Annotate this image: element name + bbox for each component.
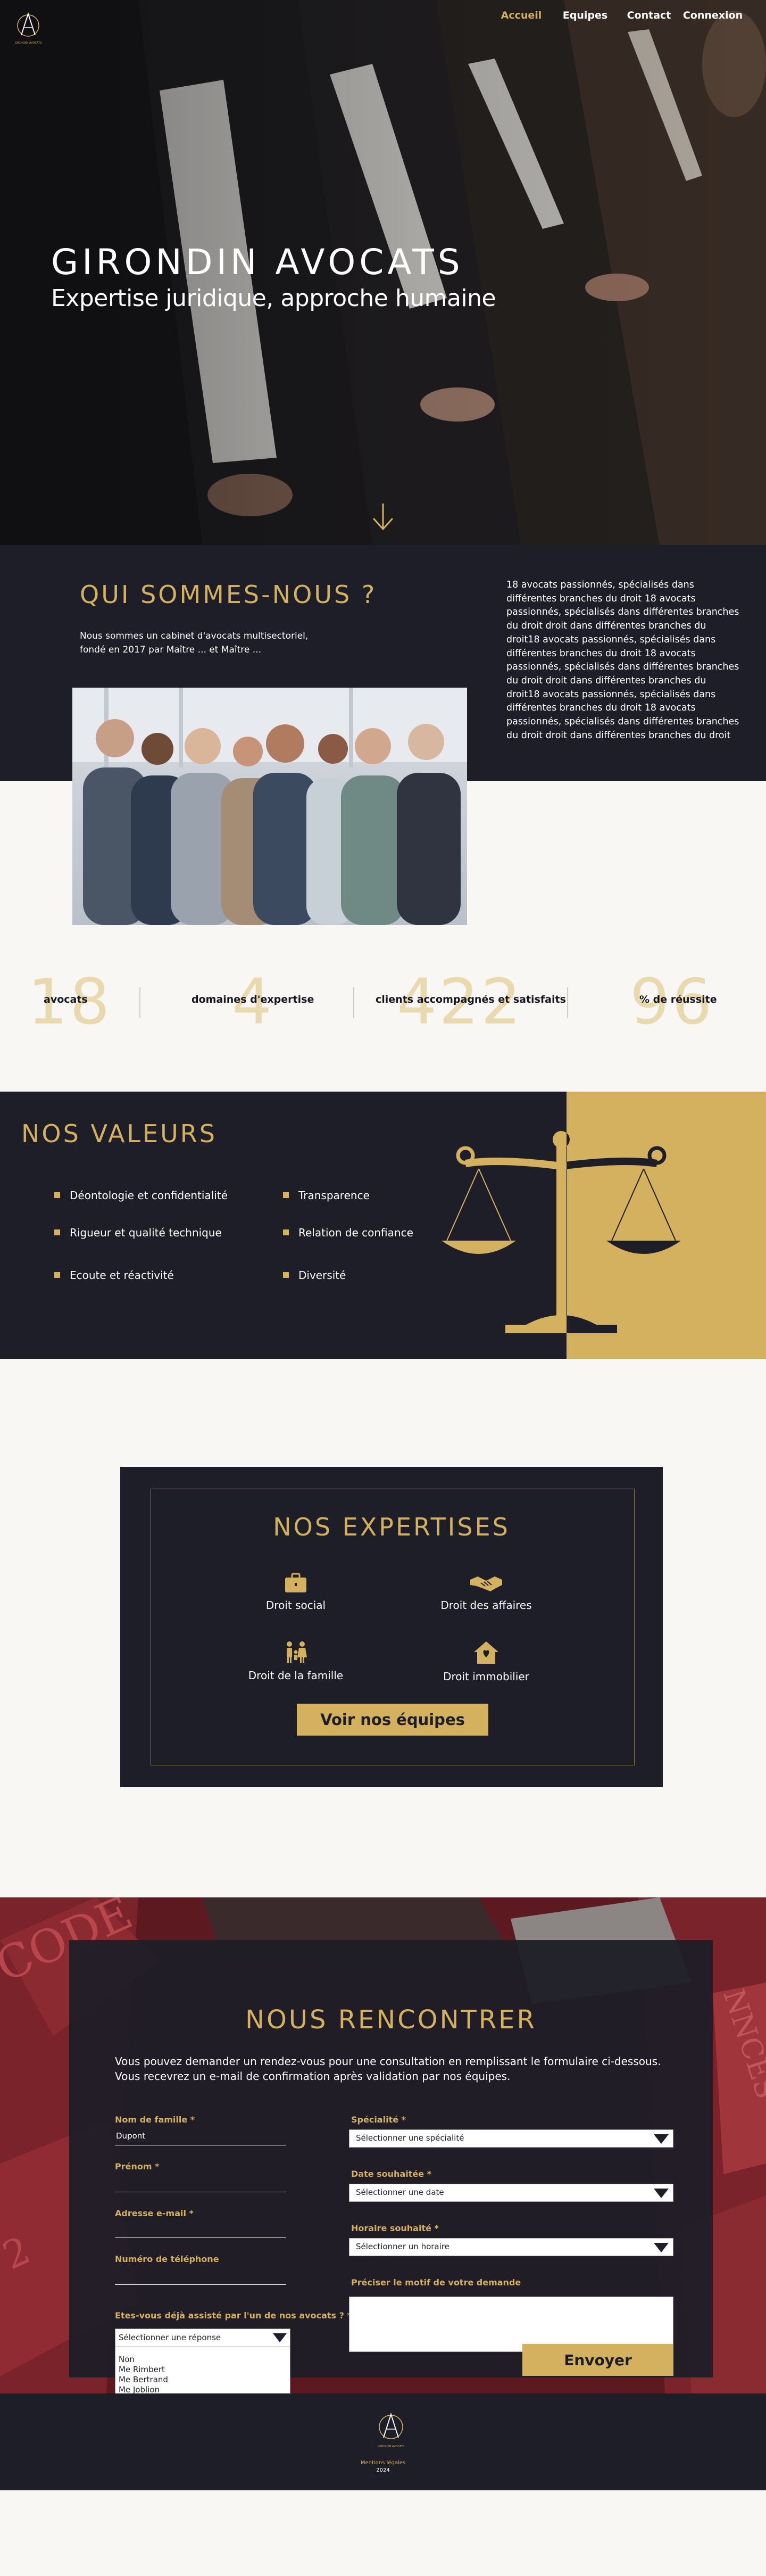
expertises-card: NOS EXPERTISES Droit social Droit des af… xyxy=(120,1467,663,1787)
appointment-form-card: NOUS RENCONTRER Vous pouvez demander un … xyxy=(69,1940,713,2393)
footer-logo[interactable]: GIRONDIN AVOCATS xyxy=(371,2411,411,2449)
main-navbar: GIRONDIN AVOCATS Accueil Equipes Contact… xyxy=(0,9,766,46)
view-teams-button[interactable]: Voir nos équipes xyxy=(297,1704,488,1736)
assisted-select[interactable]: Sélectionner une réponse Non Me Rimbert … xyxy=(115,2329,290,2393)
nav-links: Accueil Equipes Contact Connexion xyxy=(489,10,745,21)
bullet-icon xyxy=(283,1272,289,1278)
values-heading-wrap: NOS VALEURS xyxy=(21,1119,217,1148)
specialty-select[interactable]: Sélectionner une spécialité xyxy=(349,2129,673,2148)
values-heading: NOS VALEURS xyxy=(21,1119,217,1148)
hero-title: GIRONDIN AVOCATS xyxy=(51,242,464,283)
nav-link-equipes[interactable]: Equipes xyxy=(553,10,617,21)
contact-intro: Vous pouvez demander un rendez-vous pour… xyxy=(115,2055,661,2083)
value-item: Ecoute et réactivité xyxy=(54,1269,174,1282)
briefcase-icon xyxy=(285,1573,306,1592)
reason-label: Préciser le motif de votre demande xyxy=(351,2277,521,2288)
firstname-input[interactable] xyxy=(115,2173,286,2192)
chevron-down-icon xyxy=(654,2189,669,2198)
specialty-label: Spécialité * xyxy=(351,2115,406,2125)
bullet-icon xyxy=(54,1229,60,1235)
bullet-icon xyxy=(54,1192,60,1198)
about-intro: Nous sommes un cabinet d'avocats multise… xyxy=(80,631,309,656)
chevron-down-icon xyxy=(654,2243,669,2252)
email-input[interactable] xyxy=(115,2219,286,2238)
stat-label: avocats xyxy=(44,994,88,1005)
lastname-input[interactable] xyxy=(115,2126,286,2145)
nav-link-connexion[interactable]: Connexion xyxy=(681,10,745,21)
option-item[interactable]: Me Bertrand xyxy=(115,2375,290,2385)
about-description: 18 avocats passionnés, spécialisés dans … xyxy=(506,580,739,741)
phone-label: Numéro de téléphone xyxy=(115,2254,219,2264)
family-icon xyxy=(287,1641,307,1663)
value-item: Relation de confiance xyxy=(283,1226,413,1239)
scales-of-justice-icon xyxy=(436,1108,686,1347)
date-select[interactable]: Sélectionner une date xyxy=(349,2184,673,2202)
value-item: Diversité xyxy=(283,1269,346,1282)
bullet-icon xyxy=(283,1192,289,1198)
footer: GIRONDIN AVOCATS Mentions légales 2024 xyxy=(0,2393,766,2490)
submit-button[interactable]: Envoyer xyxy=(522,2344,673,2376)
value-item: Transparence xyxy=(283,1189,370,1202)
about-heading: QUI SOMMES-NOUS ? xyxy=(80,580,377,609)
expertise-droit-immobilier[interactable]: Droit immobilier xyxy=(417,1640,555,1683)
chevron-down-icon xyxy=(273,2333,287,2342)
stat-reussite: 96 % de réussite xyxy=(568,970,766,1033)
expertise-droit-social[interactable]: Droit social xyxy=(227,1572,365,1612)
footer-legal-link[interactable]: Mentions légales xyxy=(0,2459,766,2467)
team-photo xyxy=(72,688,467,925)
footer-year: 2024 xyxy=(376,2467,390,2473)
values-section: NOS VALEURS Déontologie et confidentiali… xyxy=(0,1092,766,1359)
svg-text:GIRONDIN AVOCATS: GIRONDIN AVOCATS xyxy=(378,2445,404,2448)
email-label: Adresse e-mail * xyxy=(115,2208,194,2218)
stats-bar: 18 avocats 4 domaines d'expertise 422 cl… xyxy=(0,970,766,1033)
lastname-label: Nom de famille * xyxy=(115,2115,195,2125)
nav-link-accueil[interactable]: Accueil xyxy=(489,10,553,21)
contact-heading: NOUS RENCONTRER xyxy=(245,2005,537,2035)
house-icon xyxy=(474,1641,498,1664)
handshake-icon xyxy=(470,1576,502,1591)
stat-domaines: 4 domaines d'expertise xyxy=(140,970,353,1033)
logo[interactable]: GIRONDIN AVOCATS xyxy=(12,9,45,46)
expertise-droit-des-affaires[interactable]: Droit des affaires xyxy=(417,1572,555,1612)
date-label: Date souhaitée * xyxy=(351,2169,432,2179)
expertises-heading-wrap: NOS EXPERTISES xyxy=(120,1513,663,1541)
about-heading-wrap: QUI SOMMES-NOUS ? xyxy=(80,580,377,609)
assisted-select-head[interactable]: Sélectionner une réponse xyxy=(115,2329,290,2347)
phone-input[interactable] xyxy=(115,2266,286,2285)
value-item: Déontologie et confidentialité xyxy=(54,1189,228,1202)
expertise-droit-de-la-famille[interactable]: Droit de la famille xyxy=(227,1640,365,1682)
firstname-label: Prénom * xyxy=(115,2161,160,2172)
stat-label: % de réussite xyxy=(639,994,717,1005)
svg-text:GIRONDIN AVOCATS: GIRONDIN AVOCATS xyxy=(15,42,41,45)
stat-clients: 422 clients accompagnés et satisfaits xyxy=(354,970,567,1033)
nav-link-contact[interactable]: Contact xyxy=(617,10,681,21)
hero-section: GIRONDIN AVOCATS Accueil Equipes Contact… xyxy=(0,0,766,545)
option-item[interactable]: Me Rimbert xyxy=(115,2365,290,2375)
chevron-down-icon xyxy=(654,2134,669,2144)
contact-section: CODE 2 NNCES NOUS RENCONTRER Vous pouvez… xyxy=(0,1897,766,2393)
value-item: Rigueur et qualité technique xyxy=(54,1226,222,1239)
assisted-options: Non Me Rimbert Me Bertrand Me Joblion xyxy=(115,2347,290,2393)
time-label: Horaire souhaité * xyxy=(351,2223,439,2233)
about-section: QUI SOMMES-NOUS ? Nous sommes un cabinet… xyxy=(0,545,766,1092)
stat-avocats: 18 avocats xyxy=(0,970,139,1033)
contact-heading-wrap: NOUS RENCONTRER xyxy=(69,2005,713,2035)
option-item[interactable]: Non xyxy=(115,2355,290,2365)
arrow-down-icon[interactable] xyxy=(370,502,396,531)
option-item[interactable]: Me Joblion xyxy=(115,2385,290,2393)
footer-credit: Mentions légales 2024 xyxy=(0,2459,766,2474)
stat-label: domaines d'expertise xyxy=(192,994,314,1005)
stat-label: clients accompagnés et satisfaits xyxy=(376,994,566,1005)
bullet-icon xyxy=(283,1229,289,1235)
time-select[interactable]: Sélectionner un horaire xyxy=(349,2238,673,2256)
assisted-label: Etes-vous déjà assisté par l'un de nos a… xyxy=(115,2310,352,2321)
bullet-icon xyxy=(54,1272,60,1278)
hero-text: GIRONDIN AVOCATS Expertise juridique, ap… xyxy=(51,242,496,312)
hero-subtitle: Expertise juridique, approche humaine xyxy=(51,285,496,312)
expertises-heading: NOS EXPERTISES xyxy=(273,1513,510,1541)
expertises-section: NOS EXPERTISES Droit social Droit des af… xyxy=(0,1359,766,1897)
